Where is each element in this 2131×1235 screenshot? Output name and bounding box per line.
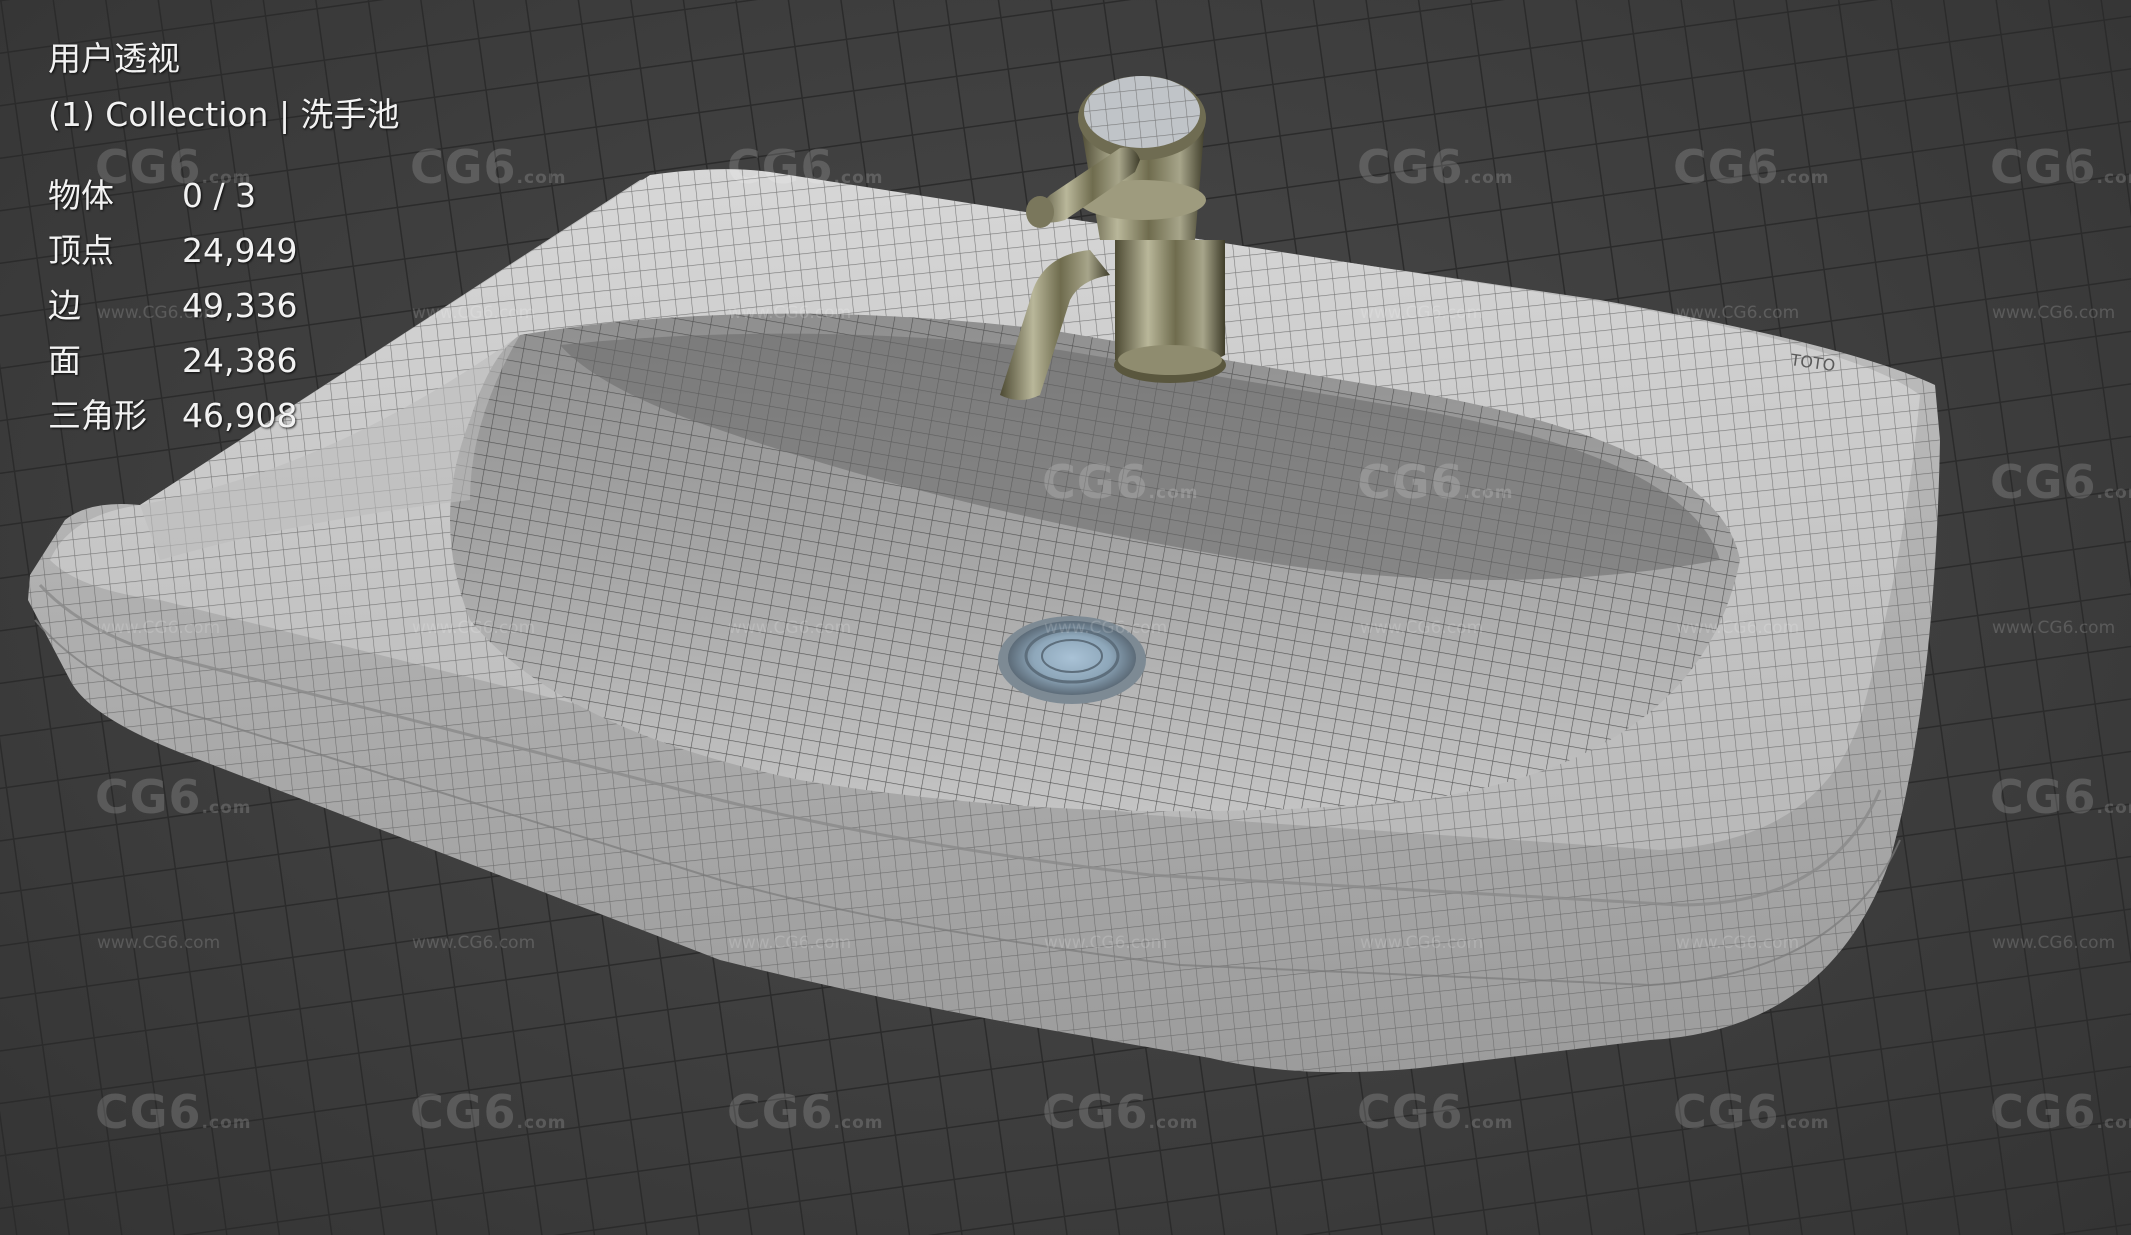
- stat-row: 三角形 46,908: [48, 388, 400, 443]
- stat-label: 面: [48, 341, 81, 380]
- stat-value: 49,336: [182, 286, 298, 325]
- viewport-info-overlay: 用户透视 (1) Collection | 洗手池 物体 0 / 3 顶点 24…: [48, 30, 400, 443]
- stat-label: 三角形: [48, 396, 147, 435]
- stat-value: 24,949: [182, 231, 298, 270]
- stat-row: 物体 0 / 3: [48, 168, 400, 223]
- stat-label: 边: [48, 286, 81, 325]
- 3d-viewport[interactable]: TOTO CG6.com CG6.com CG6.com CG6.c: [0, 0, 2131, 1235]
- stat-value: 46,908: [182, 396, 298, 435]
- collection-label: (1) Collection | 洗手池: [48, 94, 400, 134]
- stat-label: 顶点: [48, 231, 114, 270]
- stat-label: 物体: [48, 176, 114, 215]
- stat-value: 0 / 3: [182, 176, 257, 215]
- drain: [998, 616, 1146, 704]
- stat-row: 边 49,336: [48, 278, 400, 333]
- view-name: 用户透视: [48, 38, 180, 78]
- stat-row: 面 24,386: [48, 333, 400, 388]
- stat-value: 24,386: [182, 341, 298, 380]
- stat-row: 顶点 24,949: [48, 223, 400, 278]
